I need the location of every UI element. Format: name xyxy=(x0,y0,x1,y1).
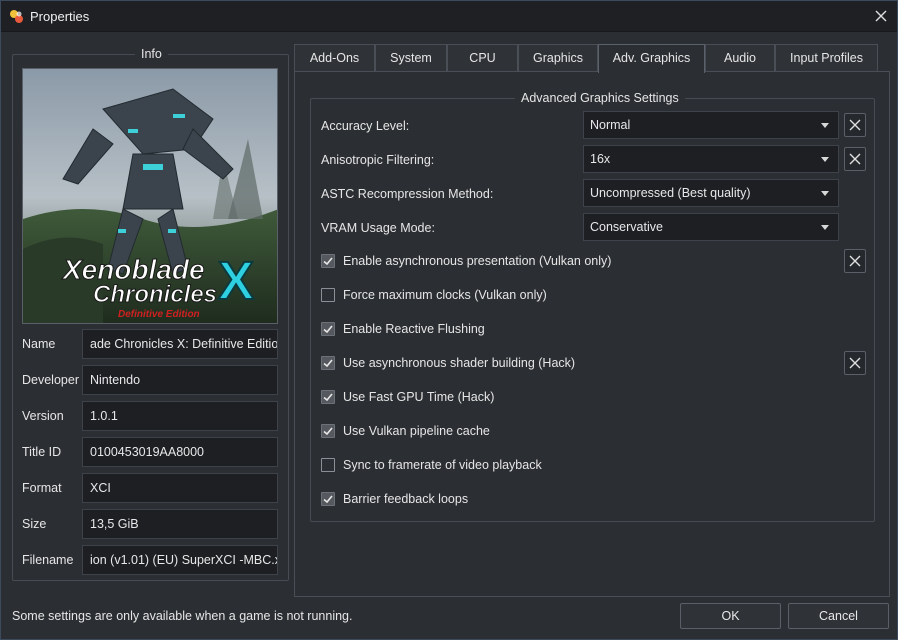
title-id-field[interactable]: 0100453019AA8000 xyxy=(82,437,278,467)
chevron-down-icon xyxy=(821,191,829,196)
anisotropic-filtering-reset-button[interactable] xyxy=(844,147,866,171)
tab-cpu[interactable]: CPU xyxy=(447,44,518,71)
app-icon xyxy=(9,9,24,24)
checkmark-icon xyxy=(323,495,333,504)
chevron-down-icon xyxy=(821,157,829,162)
tab-system[interactable]: System xyxy=(375,44,447,71)
anisotropic-filtering-label: Anisotropic Filtering: xyxy=(321,153,435,167)
info-row-format: Format XCI xyxy=(13,473,290,503)
developer-label: Developer xyxy=(22,373,79,387)
checkmark-icon xyxy=(323,257,333,266)
developer-field[interactable]: Nintendo xyxy=(82,365,278,395)
close-icon xyxy=(849,153,861,165)
filename-label: Filename xyxy=(22,553,74,567)
svg-text:Chronicles: Chronicles xyxy=(93,281,217,308)
tab-add-ons[interactable]: Add-Ons xyxy=(294,44,375,71)
reactive-flushing-checkbox[interactable] xyxy=(321,322,335,336)
window-title: Properties xyxy=(30,9,90,24)
anisotropic-filtering-select[interactable]: 16x xyxy=(583,145,839,173)
close-icon xyxy=(849,255,861,267)
vram-usage-mode-select[interactable]: Conservative xyxy=(583,213,839,241)
adv-graphics-panel: Advanced Graphics Settings Accuracy Leve… xyxy=(294,71,890,597)
astc-recompression-label: ASTC Recompression Method: xyxy=(321,187,494,201)
game-cover-art: Xenoblade Chronicles X Definitive Editio… xyxy=(22,68,278,324)
checkmark-icon xyxy=(323,359,333,368)
info-row-developer: Developer Nintendo xyxy=(13,365,290,395)
accuracy-level-value: Normal xyxy=(590,118,631,132)
version-field[interactable]: 1.0.1 xyxy=(82,401,278,431)
checkmark-icon xyxy=(323,427,333,436)
fast-gpu-time-checkbox[interactable] xyxy=(321,390,335,404)
name-label: Name xyxy=(22,337,56,351)
format-field[interactable]: XCI xyxy=(82,473,278,503)
ok-button[interactable]: OK xyxy=(680,603,781,629)
advanced-graphics-title: Advanced Graphics Settings xyxy=(515,91,685,105)
async-shader-checkbox[interactable] xyxy=(321,356,335,370)
chevron-down-icon xyxy=(821,225,829,230)
vulkan-pipeline-cache-label: Use Vulkan pipeline cache xyxy=(343,424,490,438)
close-icon xyxy=(849,357,861,369)
astc-recompression-value: Uncompressed (Best quality) xyxy=(590,186,751,200)
chevron-down-icon xyxy=(821,123,829,128)
title-bar: Properties xyxy=(1,1,897,32)
accuracy-level-reset-button[interactable] xyxy=(844,113,866,137)
name-field[interactable]: ade Chronicles X: Definitive Edition xyxy=(82,329,278,359)
title-id-label: Title ID xyxy=(22,445,62,459)
async-presentation-checkbox[interactable] xyxy=(321,254,335,268)
svg-text:X: X xyxy=(218,251,254,311)
async-presentation-label: Enable asynchronous presentation (Vulkan… xyxy=(343,254,612,268)
tab-audio[interactable]: Audio xyxy=(705,44,775,71)
info-group: Info Xenoblade Chronicles X Definitive E… xyxy=(12,47,290,581)
force-max-clocks-checkbox[interactable] xyxy=(321,288,335,302)
format-label: Format xyxy=(22,481,62,495)
vram-usage-mode-value: Conservative xyxy=(590,220,663,234)
status-message: Some settings are only available when a … xyxy=(12,609,353,623)
properties-window: Properties Info Xenoblade Chronicles X D… xyxy=(0,0,898,640)
checkmark-icon xyxy=(323,393,333,402)
svg-text:Definitive Edition: Definitive Edition xyxy=(118,309,200,320)
checkmark-icon xyxy=(323,325,333,334)
close-icon[interactable] xyxy=(869,5,893,27)
barrier-feedback-loops-label: Barrier feedback loops xyxy=(343,492,469,506)
async-shader-label: Use asynchronous shader building (Hack) xyxy=(343,356,576,370)
accuracy-level-select[interactable]: Normal xyxy=(583,111,839,139)
accuracy-level-label: Accuracy Level: xyxy=(321,119,410,133)
barrier-feedback-loops-checkbox[interactable] xyxy=(321,492,335,506)
vulkan-pipeline-cache-checkbox[interactable] xyxy=(321,424,335,438)
info-row-filename: Filename ion (v1.01) (EU) SuperXCI -MBC.… xyxy=(13,545,290,575)
tab-adv-graphics[interactable]: Adv. Graphics xyxy=(598,44,705,73)
info-row-size: Size 13,5 GiB xyxy=(13,509,290,539)
astc-recompression-select[interactable]: Uncompressed (Best quality) xyxy=(583,179,839,207)
reactive-flushing-label: Enable Reactive Flushing xyxy=(343,322,485,336)
fast-gpu-time-label: Use Fast GPU Time (Hack) xyxy=(343,390,495,404)
info-row-title-id: Title ID 0100453019AA8000 xyxy=(13,437,290,467)
version-label: Version xyxy=(22,409,64,423)
size-label: Size xyxy=(22,517,47,531)
vram-usage-mode-label: VRAM Usage Mode: xyxy=(321,221,435,235)
sync-video-framerate-checkbox[interactable] xyxy=(321,458,335,472)
size-field[interactable]: 13,5 GiB xyxy=(82,509,278,539)
info-group-title: Info xyxy=(135,47,168,61)
info-row-name: Name ade Chronicles X: Definitive Editio… xyxy=(13,329,290,359)
close-icon xyxy=(849,119,861,131)
sync-video-framerate-label: Sync to framerate of video playback xyxy=(343,458,542,472)
force-max-clocks-label: Force maximum clocks (Vulkan only) xyxy=(343,288,547,302)
tab-input-profiles[interactable]: Input Profiles xyxy=(775,44,878,71)
cancel-button[interactable]: Cancel xyxy=(788,603,889,629)
async-shader-reset-button[interactable] xyxy=(844,351,866,375)
advanced-graphics-group: Advanced Graphics Settings Accuracy Leve… xyxy=(310,91,875,522)
filename-field[interactable]: ion (v1.01) (EU) SuperXCI -MBC.xci xyxy=(82,545,278,575)
async-presentation-reset-button[interactable] xyxy=(844,249,866,273)
tab-graphics[interactable]: Graphics xyxy=(518,44,598,71)
info-row-version: Version 1.0.1 xyxy=(13,401,290,431)
anisotropic-filtering-value: 16x xyxy=(590,152,611,166)
